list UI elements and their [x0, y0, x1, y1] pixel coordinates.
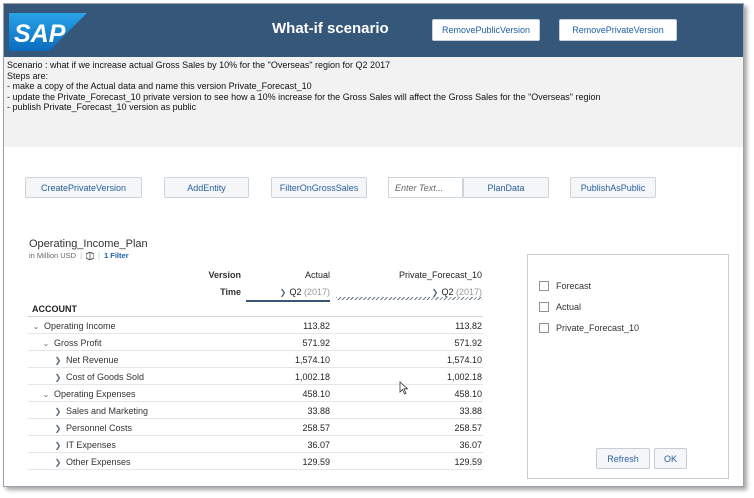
time-label: Time: [220, 287, 241, 297]
checkbox-private-forecast-10[interactable]: Private_Forecast_10: [539, 323, 639, 333]
cell-actual[interactable]: 258.57: [246, 423, 330, 433]
chevron-right-icon[interactable]: ❯: [54, 424, 62, 433]
scenario-line: Scenario : what if we increase actual Gr…: [7, 60, 391, 70]
row-label: IT Expenses: [66, 440, 116, 450]
account-label: ACCOUNT: [32, 304, 77, 314]
checkbox-actual[interactable]: Actual: [539, 302, 581, 312]
row-label: Personnel Costs: [66, 423, 133, 433]
refresh-button[interactable]: Refresh: [596, 448, 650, 469]
checkbox-label: Actual: [556, 302, 582, 312]
cell-forecast[interactable]: 1,574.10: [336, 355, 482, 365]
checkbox-box[interactable]: [539, 323, 549, 333]
cell-actual[interactable]: 571.92: [246, 338, 330, 348]
table-row: ❯ Other Expenses 129.59 129.59: [28, 453, 483, 470]
version-header-row: Version Actual Private_Forecast_10: [28, 266, 483, 283]
cell-forecast[interactable]: 129.59: [336, 457, 482, 467]
cell-forecast[interactable]: 258.57: [336, 423, 482, 433]
mouse-pointer-icon: [399, 381, 409, 395]
checkbox-forecast[interactable]: Forecast: [539, 281, 591, 291]
chevron-right-icon[interactable]: ❯: [54, 373, 62, 382]
col-header-private: Private_Forecast_10: [398, 270, 482, 280]
sap-logo: SAP: [9, 13, 87, 51]
checkbox-box[interactable]: [539, 302, 549, 312]
time-year: (2017): [455, 287, 482, 297]
app-window: SAP What-if scenario RemovePublicVersion…: [3, 3, 744, 487]
scenario-line: - make a copy of the Actual data and nam…: [7, 81, 312, 91]
hierarchy-icon: [86, 251, 95, 260]
table-row: ❯ IT Expenses 36.07 36.07: [28, 436, 483, 453]
table-row: ⌄ Operating Income 113.82 113.82: [28, 317, 483, 334]
create-private-version-button[interactable]: CreatePrivateVersion: [25, 177, 142, 198]
row-label: Operating Expenses: [54, 389, 136, 399]
time-period: Q2: [441, 287, 454, 297]
chevron-right-icon[interactable]: ❯: [54, 407, 62, 416]
cell-forecast[interactable]: 33.88: [336, 406, 482, 416]
time-year: (2017): [303, 287, 330, 297]
cell-forecast[interactable]: 113.82: [336, 321, 482, 331]
publish-as-public-button[interactable]: PublishAsPublic: [570, 177, 656, 198]
scenario-description: Scenario : what if we increase actual Gr…: [4, 57, 743, 147]
cell-actual[interactable]: 1,002.18: [246, 372, 330, 382]
scenario-line: Steps are:: [7, 70, 49, 81]
add-entity-button[interactable]: AddEntity: [164, 177, 249, 198]
enter-text-input[interactable]: [388, 177, 463, 198]
version-label: Version: [208, 270, 241, 280]
chevron-right-icon: ❯: [431, 288, 439, 297]
cell-actual[interactable]: 458.10: [246, 389, 330, 399]
table-row: ❯ Sales and Marketing 33.88 33.88: [28, 402, 483, 419]
cell-forecast[interactable]: 458.10: [336, 389, 482, 399]
row-label: Net Revenue: [66, 355, 119, 365]
row-label: Sales and Marketing: [66, 406, 149, 416]
chevron-down-icon[interactable]: ⌄: [42, 339, 50, 348]
chevron-right-icon[interactable]: ❯: [54, 356, 62, 365]
table-subtitle: in Million USD | | 1 Filter: [29, 251, 129, 260]
filter-link[interactable]: 1 Filter: [104, 251, 129, 260]
version-selection-panel: Forecast Actual Private_Forecast_10 Refr…: [527, 254, 729, 479]
ok-button[interactable]: OK: [654, 448, 687, 469]
chevron-down-icon[interactable]: ⌄: [32, 322, 40, 331]
row-label: Cost of Goods Sold: [66, 372, 145, 382]
remove-public-version-button[interactable]: RemovePublicVersion: [432, 19, 540, 41]
app-header: SAP What-if scenario RemovePublicVersion…: [4, 4, 743, 57]
chevron-right-icon[interactable]: ❯: [54, 441, 62, 450]
account-header-row: ACCOUNT: [28, 300, 483, 317]
chevron-down-icon[interactable]: ⌄: [42, 390, 50, 399]
row-label: Operating Income: [44, 321, 116, 331]
checkbox-box[interactable]: [539, 281, 549, 291]
filter-on-gross-sales-button[interactable]: FilterOnGrossSales: [271, 177, 367, 198]
table-row: ❯ Cost of Goods Sold 1,002.18 1,002.18: [28, 368, 483, 385]
cell-forecast[interactable]: 1,002.18: [336, 372, 482, 382]
table-row: ❯ Net Revenue 1,574.10 1,574.10: [28, 351, 483, 368]
checkbox-label: Private_Forecast_10: [556, 323, 640, 333]
chevron-right-icon[interactable]: ❯: [54, 458, 62, 467]
app-title: What-if scenario: [272, 20, 389, 37]
row-label: Gross Profit: [54, 338, 102, 348]
table-row: ❯ Personnel Costs 258.57 258.57: [28, 419, 483, 436]
cell-forecast[interactable]: 36.07: [336, 440, 482, 450]
chevron-right-icon: ❯: [279, 288, 287, 297]
cell-actual[interactable]: 129.59: [246, 457, 330, 467]
scenario-line: - update the Private_Forecast_10 private…: [7, 91, 601, 102]
time-header-row: Time ❯ Q2 (2017) ❯ Q2 (2017): [28, 283, 483, 303]
col-header-actual: Actual: [304, 270, 330, 280]
row-label: Other Expenses: [66, 457, 131, 467]
table-row: ⌄ Operating Expenses 458.10 458.10: [28, 385, 483, 402]
table-row: ⌄ Gross Profit 571.92 571.92: [28, 334, 483, 351]
cell-actual[interactable]: 33.88: [246, 406, 330, 416]
scenario-line: - publish Private_Forecast_10 version as…: [7, 102, 197, 112]
cell-actual[interactable]: 36.07: [246, 440, 330, 450]
checkbox-label: Forecast: [556, 281, 592, 291]
cell-actual[interactable]: 1,574.10: [246, 355, 330, 365]
table-title: Operating_Income_Plan: [29, 238, 148, 250]
remove-private-version-button[interactable]: RemovePrivateVersion: [559, 19, 677, 41]
unit-label: in Million USD: [29, 251, 77, 260]
cell-actual[interactable]: 113.82: [246, 321, 330, 331]
data-grid: Version Actual Private_Forecast_10 Time …: [28, 266, 483, 470]
sap-logo-text: SAP: [14, 20, 66, 48]
plan-data-button[interactable]: PlanData: [463, 177, 549, 198]
cell-forecast[interactable]: 571.92: [336, 338, 482, 348]
time-period: Q2: [289, 287, 302, 297]
